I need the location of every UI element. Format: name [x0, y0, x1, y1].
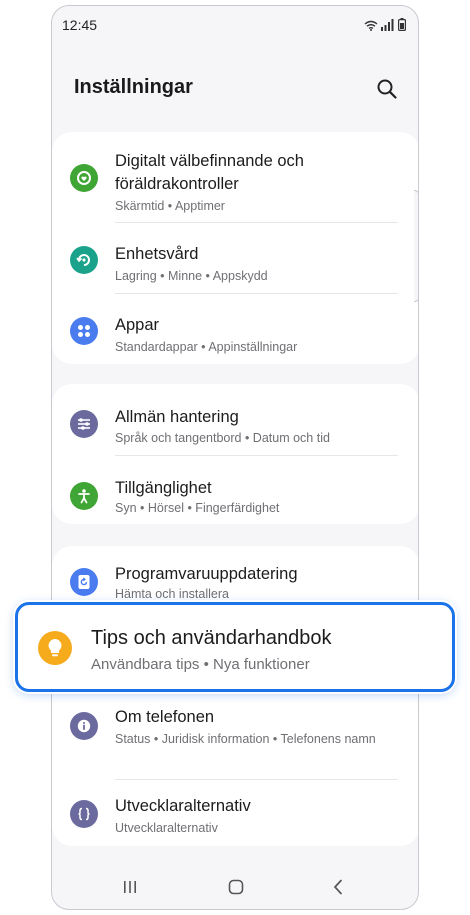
search-icon — [377, 79, 397, 99]
status-icons — [364, 18, 406, 31]
setting-subtitle: Status • Juridisk information • Telefone… — [115, 732, 376, 746]
home-icon — [228, 879, 244, 895]
settings-card-1: Digitalt välbefinnande och föräldrakontr… — [52, 132, 418, 364]
setting-developer-options[interactable]: Utvecklaralternativ Utvecklaralternativ — [52, 780, 418, 846]
setting-title: Om telefonen — [115, 708, 215, 726]
setting-title: Enhetsvård — [115, 245, 199, 263]
back-button[interactable] — [324, 873, 352, 901]
setting-subtitle: Skärmtid • Apptimer — [115, 199, 225, 213]
status-time: 12:45 — [62, 17, 98, 33]
software-update-icon — [70, 568, 98, 596]
accessibility-icon — [70, 482, 98, 510]
recents-button[interactable] — [116, 873, 144, 901]
setting-title: Appar — [115, 316, 160, 334]
apps-icon — [70, 317, 98, 345]
status-bar: 12:45 — [52, 6, 418, 44]
setting-device-care[interactable]: Enhetsvård Lagring • Minne • Appskydd — [52, 223, 418, 293]
wifi-icon — [364, 20, 378, 31]
setting-subtitle: Standardappar • Appinställningar — [115, 340, 298, 354]
setting-title: Digitalt välbefinnande och föräldrakontr… — [115, 152, 304, 193]
home-button[interactable] — [222, 873, 250, 901]
setting-subtitle: Språk och tangentbord • Datum och tid — [115, 431, 330, 445]
recents-icon — [124, 881, 136, 893]
digital-wellbeing-icon — [70, 164, 98, 192]
setting-apps[interactable]: Appar Standardappar • Appinställningar — [52, 294, 418, 364]
setting-title: Utvecklaralternativ — [115, 797, 251, 815]
device-care-icon — [70, 246, 98, 274]
setting-tips-highlight[interactable]: Tips och användarhandbok Användbara tips… — [15, 602, 455, 692]
phone-screen: 12:45 Inställningar Digitalt välbefinnan… — [51, 5, 419, 910]
settings-card-3: Programvaruuppdatering Hämta och install… — [52, 546, 418, 846]
setting-title: Programvaruuppdatering — [115, 565, 298, 583]
setting-subtitle: Hämta och installera — [115, 587, 229, 601]
setting-subtitle: Användbara tips • Nya funktioner — [91, 656, 310, 673]
tips-icon — [38, 631, 72, 665]
setting-title: Allmän hantering — [115, 408, 239, 426]
setting-title: Tillgänglighet — [115, 479, 212, 497]
navigation-bar — [52, 865, 418, 909]
setting-subtitle: Utvecklaralternativ — [115, 821, 218, 835]
setting-digital-wellbeing[interactable]: Digitalt välbefinnande och föräldrakontr… — [52, 132, 418, 220]
setting-accessibility[interactable]: Tillgänglighet Syn • Hörsel • Fingerfärd… — [52, 456, 418, 524]
battery-icon — [398, 18, 406, 31]
search-button[interactable] — [376, 78, 398, 100]
setting-general-management[interactable]: Allmän hantering Språk och tangentbord •… — [52, 384, 418, 454]
back-icon — [333, 879, 342, 895]
page-title: Inställningar — [74, 76, 193, 98]
developer-options-icon — [70, 800, 98, 828]
setting-title: Tips och användarhandbok — [91, 627, 332, 649]
settings-card-2: Allmän hantering Språk och tangentbord •… — [52, 384, 418, 524]
setting-about-phone[interactable]: Om telefonen Status • Juridisk informati… — [52, 706, 418, 776]
setting-subtitle: Lagring • Minne • Appskydd — [115, 269, 268, 283]
setting-subtitle: Syn • Hörsel • Fingerfärdighet — [115, 501, 280, 515]
info-icon — [70, 712, 98, 740]
side-button — [414, 190, 419, 302]
setting-software-update[interactable]: Programvaruuppdatering Hämta och install… — [52, 546, 418, 606]
general-management-icon — [70, 410, 98, 438]
signal-icon — [381, 19, 394, 31]
